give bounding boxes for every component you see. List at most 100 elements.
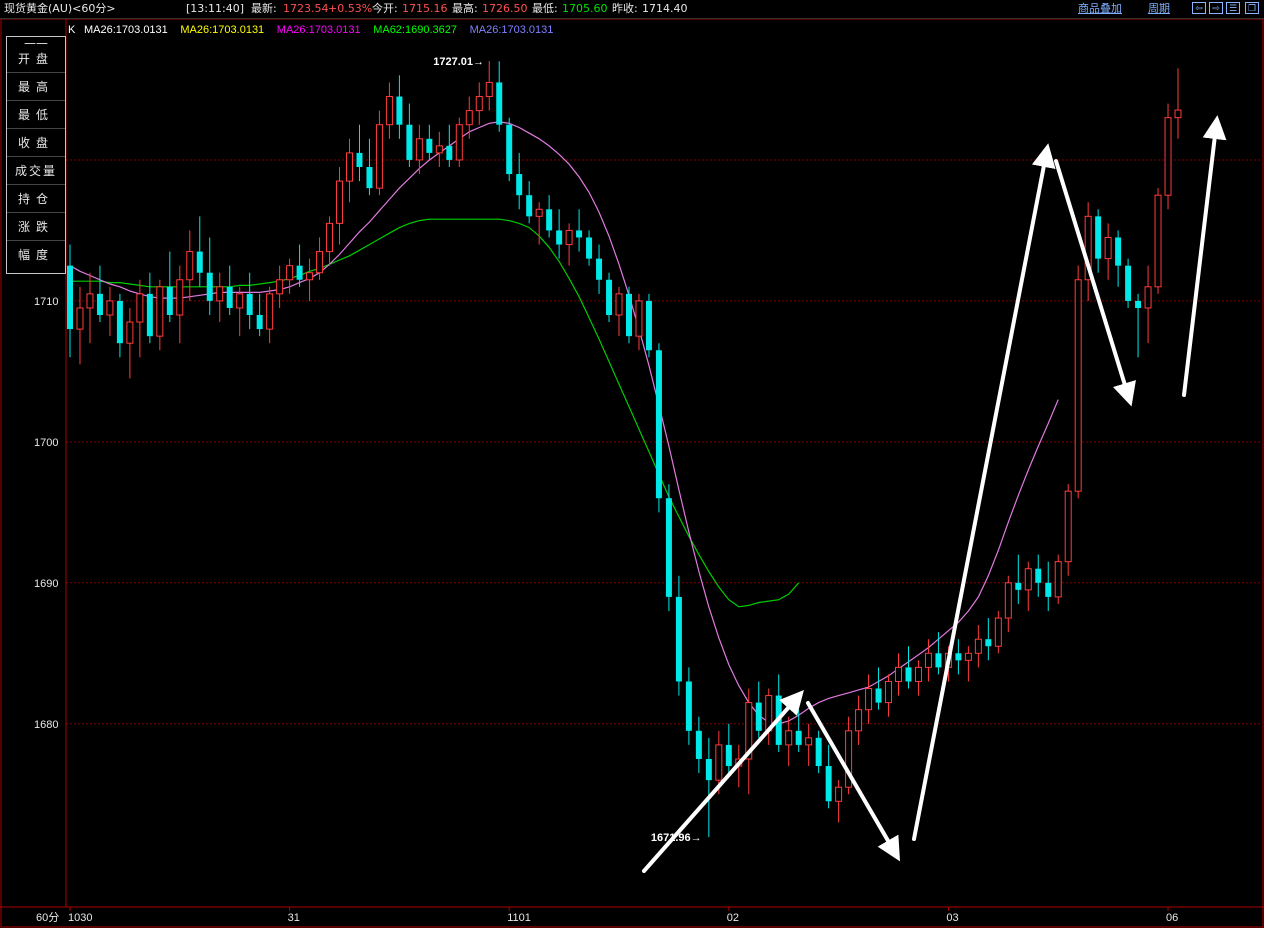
candle [1095, 209, 1102, 273]
candle [116, 293, 123, 358]
scroll-right-icon[interactable]: ⇨ [1209, 2, 1223, 14]
candle-body-up [565, 229, 573, 246]
candle [745, 688, 753, 795]
candle [895, 653, 902, 696]
scroll-left-icon[interactable]: ⇦ [1192, 2, 1206, 14]
candle [675, 575, 682, 696]
candle-body-down [1035, 568, 1042, 583]
candle-body-up [156, 286, 164, 337]
candle-body-down [406, 124, 413, 160]
candle [596, 244, 603, 294]
candle-body-up [236, 293, 244, 309]
candle-body-down [116, 300, 123, 344]
candle [67, 244, 73, 358]
candle-body-up [126, 321, 134, 344]
candle-body-down [166, 286, 173, 315]
candle-body-up [76, 307, 84, 330]
candle-body-up [855, 709, 863, 732]
period-link[interactable]: 周期 [1148, 0, 1170, 18]
candle [586, 230, 593, 266]
candle-body-up [346, 152, 353, 182]
candle-body-down [606, 279, 613, 315]
candle-body-down [296, 265, 303, 280]
candle [725, 723, 732, 774]
candle-body-up [615, 293, 623, 316]
ma-legend-item: K [68, 24, 76, 36]
candles [67, 61, 1182, 838]
info-open: 开盘 [17, 52, 54, 66]
candle-body-up [316, 251, 324, 274]
cursor-info-panel: —— 开盘 最高 最低 收盘 成交量 持仓 涨跌 幅度 [6, 36, 66, 274]
annotation-arrow [912, 143, 1056, 841]
y-tick-label: 1690 [34, 578, 58, 590]
candle-body-down [516, 174, 523, 196]
candle [1174, 68, 1182, 139]
ma26-line [69, 121, 1059, 725]
candle-body-up [994, 617, 1002, 647]
ma-legend-item: MA26:1703.0131 [277, 24, 361, 36]
overlay-commodity-link[interactable]: 商品叠加 [1078, 0, 1122, 18]
candle [96, 265, 103, 323]
candle-body-up [785, 730, 793, 746]
candle-body-down [675, 596, 682, 682]
candle-body-up [1054, 561, 1062, 598]
candle [705, 737, 712, 838]
window-menu-icon[interactable]: ☰ [1226, 2, 1240, 14]
x-tick-label: 31 [288, 912, 300, 924]
candle-body-up [1004, 582, 1012, 619]
candle [446, 124, 453, 167]
candle-body-down [815, 737, 822, 767]
candle [1115, 230, 1122, 287]
candle-body-down [556, 230, 563, 245]
candle [306, 258, 314, 301]
candle-body-up [276, 279, 284, 295]
candle-body-down [625, 293, 632, 337]
candle-body-up [86, 293, 94, 309]
candle-body-down [875, 688, 882, 703]
candlestick-chart[interactable]: 168016901700171060分103031110102030607172… [0, 19, 1264, 928]
candle [1035, 554, 1042, 597]
candle-body-down [446, 145, 453, 160]
candle [546, 195, 553, 238]
candle-body-up [176, 279, 184, 316]
candle [196, 216, 203, 287]
candle [556, 209, 563, 259]
candle-body-down [596, 258, 603, 280]
candle [76, 286, 84, 365]
candle-body-down [586, 237, 593, 259]
candle-body-up [1174, 109, 1182, 119]
candle [206, 237, 213, 315]
candle-body-down [655, 350, 662, 499]
candle [1054, 554, 1062, 604]
candle-body-up [266, 293, 274, 330]
y-tick-label: 1680 [34, 719, 58, 731]
candle [625, 286, 632, 344]
candle [496, 61, 503, 132]
candle-body-down [506, 124, 513, 175]
candle-body-up [106, 300, 114, 316]
candle [1045, 561, 1052, 611]
candle [136, 279, 144, 358]
chart-frame [0, 19, 1264, 928]
candle-body-down [1015, 582, 1022, 590]
candle-body-down [426, 138, 433, 153]
candle [855, 695, 863, 745]
restore-window-icon[interactable]: ❐ [1245, 2, 1259, 14]
candle [516, 152, 523, 210]
info-volume: 成交量 [14, 164, 57, 178]
candle-body-up [805, 737, 813, 746]
candle [216, 272, 224, 323]
candle-body-up [1104, 236, 1112, 260]
candle-body-up [835, 786, 843, 802]
candle [186, 230, 194, 301]
candle-body-down [705, 759, 712, 781]
candle-body-up [535, 208, 543, 217]
candle [375, 110, 383, 196]
axes [0, 19, 1264, 928]
candle [485, 61, 493, 111]
x-tick-label: 02 [727, 912, 739, 924]
candle [1084, 202, 1092, 301]
candle [435, 131, 443, 167]
candle [935, 632, 942, 675]
candle [805, 723, 813, 767]
